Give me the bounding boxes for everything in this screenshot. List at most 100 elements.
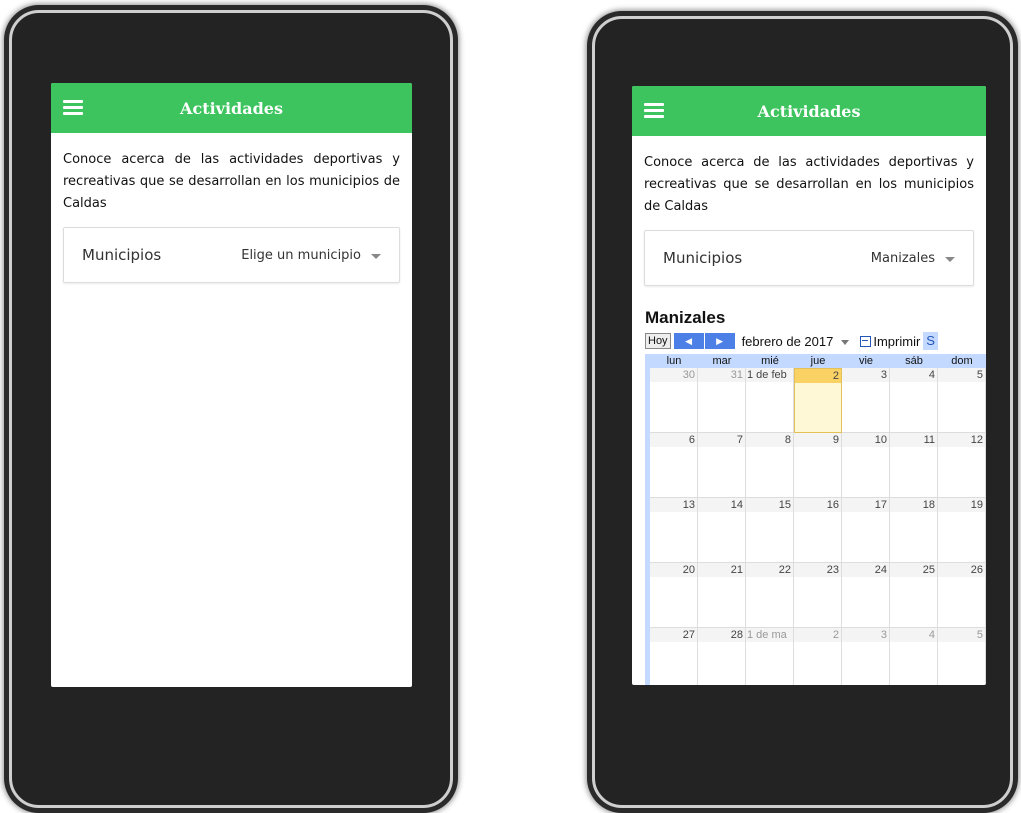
calendar-day[interactable]: 14: [698, 498, 746, 563]
calendar-week-row: 27 28 1 de ma 2 3 4 5: [650, 628, 986, 685]
calendar-day[interactable]: 17: [842, 498, 890, 563]
calendar-day[interactable]: 4: [890, 628, 938, 685]
calendar-day[interactable]: 13: [650, 498, 698, 563]
calendar-day[interactable]: 15: [746, 498, 794, 563]
day-number: 28: [730, 629, 743, 641]
calendar-day[interactable]: 1 de ma: [746, 628, 794, 685]
select-label: Municipios: [82, 246, 162, 264]
chevron-down-icon: [841, 339, 850, 345]
day-number: 18: [922, 499, 935, 511]
day-number: 14: [730, 499, 743, 511]
app-title: Actividades: [180, 98, 283, 118]
day-number: 23: [826, 564, 839, 576]
day-number: 25: [922, 564, 935, 576]
day-number: 21: [730, 564, 743, 576]
app-screen-left: Actividades Conoce acerca de las activid…: [51, 83, 412, 687]
day-number: 1 de ma: [747, 629, 787, 641]
calendar-toolbar: Hoy ◀ ▶ febrero de 2017 Imprimir S: [645, 332, 986, 350]
calendar-day[interactable]: 16: [794, 498, 842, 563]
calendar-day[interactable]: 31: [698, 368, 746, 433]
calendar-day[interactable]: 6: [650, 433, 698, 498]
phone-frame-left: Actividades Conoce acerca de las activid…: [9, 10, 453, 808]
select-label: Municipios: [663, 249, 743, 267]
day-number: 16: [826, 499, 839, 511]
weekday-label: dom: [951, 355, 973, 367]
day-number: 13: [682, 499, 695, 511]
calendar-week-row: 13 14 15 16 17 18 19: [650, 498, 986, 563]
print-link[interactable]: Imprimir: [860, 334, 920, 349]
day-number: 17: [874, 499, 887, 511]
weekday-label: sáb: [905, 355, 923, 367]
app-bar: Actividades: [51, 83, 412, 133]
day-number: 2: [832, 629, 839, 641]
day-number: 9: [832, 434, 839, 446]
day-number: 8: [784, 434, 791, 446]
day-number: 12: [970, 434, 983, 446]
calendar-week-row: 6 7 8 9 10 11 12: [650, 433, 986, 498]
weekday-label: lun: [666, 355, 682, 367]
calendar-day[interactable]: 5: [938, 628, 986, 685]
menu-icon[interactable]: [63, 100, 83, 116]
calendar-day[interactable]: 9: [794, 433, 842, 498]
calendar-day[interactable]: 22: [746, 563, 794, 628]
calendar-day[interactable]: 10: [842, 433, 890, 498]
calendar-day[interactable]: 4: [890, 368, 938, 433]
calendar-day[interactable]: 28: [698, 628, 746, 685]
next-month-button[interactable]: ▶: [704, 333, 735, 349]
calendar-day[interactable]: 19: [938, 498, 986, 563]
calendar-day[interactable]: 27: [650, 628, 698, 685]
calendar-title: Manizales: [645, 308, 726, 327]
calendar-day[interactable]: 3: [842, 628, 890, 685]
calendar-day[interactable]: 7: [698, 433, 746, 498]
app-bar: Actividades: [632, 86, 986, 136]
calendar-day-today[interactable]: 2: [794, 368, 842, 433]
view-tab[interactable]: S: [923, 332, 938, 350]
day-number: 5: [976, 629, 983, 641]
day-number: 7: [736, 434, 743, 446]
intro-text: Conoce acerca de las actividades deporti…: [63, 152, 400, 211]
municipio-select[interactable]: Municipios Manizales: [644, 230, 974, 286]
calendar-day[interactable]: 18: [890, 498, 938, 563]
day-number: 3: [880, 369, 887, 381]
day-number: 6: [688, 434, 695, 446]
calendar-day[interactable]: 11: [890, 433, 938, 498]
day-number: 26: [970, 564, 983, 576]
menu-icon[interactable]: [644, 103, 664, 119]
weekday-label: jue: [810, 355, 826, 367]
calendar-day[interactable]: 20: [650, 563, 698, 628]
calendar-day[interactable]: 25: [890, 563, 938, 628]
weekday-label: mié: [761, 355, 779, 367]
calendar-day[interactable]: 24: [842, 563, 890, 628]
calendar-day[interactable]: 2: [794, 628, 842, 685]
select-value: Elige un municipio: [241, 247, 361, 263]
day-number: 19: [970, 499, 983, 511]
calendar-day[interactable]: 3: [842, 368, 890, 433]
calendar-week-row: 20 21 22 23 24 25 26: [650, 563, 986, 628]
select-value: Manizales: [870, 250, 935, 266]
printer-icon: [860, 335, 872, 347]
municipio-select[interactable]: Municipios Elige un municipio: [63, 227, 400, 283]
calendar-day[interactable]: 26: [938, 563, 986, 628]
day-number: 31: [730, 369, 743, 381]
day-number: 22: [778, 564, 791, 576]
app-screen-right: Actividades Conoce acerca de las activid…: [632, 86, 986, 685]
caret-down-icon: [371, 254, 381, 259]
app-title: Actividades: [757, 101, 861, 121]
calendar-day[interactable]: 21: [698, 563, 746, 628]
calendar-day[interactable]: 23: [794, 563, 842, 628]
phone-frame-right: Actividades Conoce acerca de las activid…: [592, 16, 1013, 808]
calendar-day[interactable]: 30: [650, 368, 698, 433]
day-number: 27: [682, 629, 695, 641]
month-selector[interactable]: febrero de 2017: [742, 334, 850, 349]
calendar-day[interactable]: 1 de feb: [746, 368, 794, 433]
today-button[interactable]: Hoy: [645, 333, 671, 349]
calendar-day[interactable]: 12: [938, 433, 986, 498]
print-label: Imprimir: [873, 333, 921, 349]
prev-month-button[interactable]: ◀: [673, 333, 704, 349]
weekday-label: mar: [712, 355, 732, 367]
calendar-day[interactable]: 8: [746, 433, 794, 498]
day-number: 24: [874, 564, 887, 576]
day-number: 4: [928, 369, 935, 381]
intro-text: Conoce acerca de las actividades deporti…: [644, 155, 974, 214]
calendar-day[interactable]: 5: [938, 368, 986, 433]
